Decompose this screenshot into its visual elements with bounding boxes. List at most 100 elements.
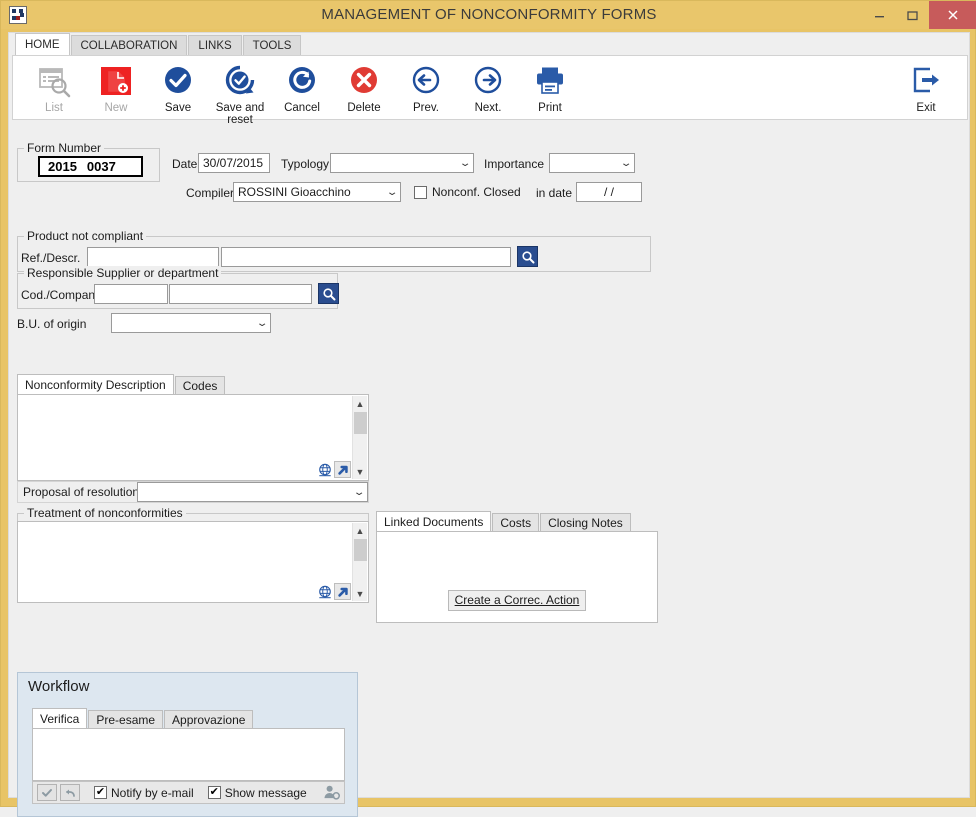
supplier-search-button[interactable]	[318, 283, 339, 304]
compiler-label: Compiler	[186, 186, 235, 200]
ribbon-tab-strip: HOME COLLABORATION LINKS TOOLS	[9, 33, 969, 56]
new-button[interactable]: New	[85, 61, 147, 114]
minimize-button[interactable]	[863, 1, 896, 29]
show-message-checkbox[interactable]: ✔ Show message	[207, 785, 307, 800]
maximize-button[interactable]	[896, 1, 929, 29]
ribbon-tab-tools[interactable]: TOOLS	[242, 35, 302, 56]
globe-icon[interactable]	[316, 583, 333, 600]
scroll-up-icon[interactable]: ▲	[353, 396, 368, 411]
list-search-icon	[37, 64, 71, 100]
supplier-code-input[interactable]	[94, 284, 168, 304]
tab-nonconformity-description[interactable]: Nonconformity Description	[17, 374, 174, 395]
next-button[interactable]: Next.	[457, 61, 519, 114]
ref-descr-label: Ref./Descr.	[21, 251, 81, 265]
in-date-field[interactable]: / /	[576, 182, 642, 202]
save-and-reset-icon	[223, 64, 257, 100]
notify-by-email-checkbox[interactable]: ✔ Notify by e-mail	[94, 786, 194, 800]
save-and-reset-button-label: Save and reset	[215, 102, 265, 126]
workflow-toolbar: ✔ Notify by e-mail ✔ Show message	[32, 781, 345, 804]
date-field[interactable]: 30/07/2015	[198, 153, 270, 173]
save-button-label: Save	[164, 102, 192, 114]
supplier-company-input[interactable]	[169, 284, 312, 304]
nonconf-closed-box[interactable]	[414, 185, 427, 199]
tab-closing-notes[interactable]: Closing Notes	[540, 513, 631, 532]
list-button-label: List	[45, 102, 63, 114]
workflow-tab-strip: Verifica Pre-esame Approvazione	[32, 708, 254, 729]
nonconf-closed-checkbox[interactable]: Nonconf. Closed	[414, 185, 521, 199]
title-bar: MANAGEMENT OF NONCONFORMITY FORMS	[1, 1, 976, 29]
product-search-button[interactable]	[517, 246, 538, 267]
tab-codes[interactable]: Codes	[174, 376, 226, 395]
bu-of-origin-label: B.U. of origin	[17, 317, 87, 331]
ref-code-input[interactable]	[87, 247, 219, 267]
tab-verifica[interactable]: Verifica	[32, 708, 88, 729]
treatment-group-title: Treatment of nonconformities	[24, 506, 186, 520]
print-button-label: Print	[538, 102, 562, 114]
tab-costs[interactable]: Costs	[492, 513, 540, 532]
tab-approvazione[interactable]: Approvazione	[164, 710, 254, 729]
close-button[interactable]	[929, 1, 976, 29]
tab-linked-documents[interactable]: Linked Documents	[376, 511, 492, 532]
workflow-panel: Workflow Verifica Pre-esame Approvazione	[17, 672, 358, 817]
workflow-reject-button[interactable]	[60, 784, 80, 801]
workflow-approve-button[interactable]	[37, 784, 57, 801]
ribbon-tab-collaboration[interactable]: COLLABORATION	[70, 35, 188, 56]
ribbon-panel: List New Save Save and reset Cancel Dele…	[12, 55, 968, 126]
treatment-scrollbar[interactable]: ▲ ▼	[352, 523, 367, 601]
chevron-down-icon: ⌄	[619, 157, 633, 169]
in-date-label: in date	[536, 186, 573, 200]
bu-of-origin-select[interactable]: ⌄	[111, 313, 271, 333]
delete-button[interactable]: Delete	[333, 61, 395, 114]
workflow-title: Workflow	[28, 678, 90, 695]
scroll-down-icon[interactable]: ▼	[353, 464, 368, 479]
list-button[interactable]: List	[23, 61, 85, 114]
scroll-thumb[interactable]	[353, 412, 367, 434]
proposal-row: Proposal of resolution ⌄	[17, 481, 369, 503]
ribbon-tab-home[interactable]: HOME	[15, 33, 70, 56]
client-area: HOME COLLABORATION LINKS TOOLS List New …	[8, 32, 970, 817]
importance-select[interactable]: ⌄	[549, 153, 635, 173]
user-settings-icon	[324, 785, 340, 800]
delete-button-label: Delete	[347, 102, 381, 114]
exit-button-label: Exit	[916, 102, 936, 114]
supplier-group-title: Responsible Supplier or department	[24, 266, 222, 280]
expand-arrow-icon[interactable]	[334, 461, 351, 478]
scroll-thumb[interactable]	[353, 539, 367, 561]
description-scrollbar[interactable]: ▲ ▼	[352, 396, 367, 479]
save-button[interactable]: Save	[147, 61, 209, 114]
show-message-box[interactable]: ✔	[207, 786, 221, 799]
save-check-icon	[161, 64, 195, 100]
chevron-down-icon: ⌄	[352, 486, 366, 498]
proposal-select[interactable]: ⌄	[137, 482, 368, 502]
expand-arrow-icon[interactable]	[334, 583, 351, 600]
ref-desc-input[interactable]	[221, 247, 511, 267]
compiler-select[interactable]: ROSSINI Gioacchino ⌄	[233, 182, 401, 202]
workflow-user-button[interactable]	[323, 784, 340, 801]
exit-button[interactable]: Exit	[895, 61, 957, 114]
description-panel: ▲ ▼	[17, 394, 369, 481]
workflow-textarea[interactable]	[32, 728, 345, 781]
description-textarea[interactable]	[19, 396, 352, 479]
ribbon-tab-links[interactable]: LINKS	[188, 35, 242, 56]
prev-button[interactable]: Prev.	[395, 61, 457, 114]
app-checkerboard-icon	[9, 6, 27, 24]
treatment-textarea[interactable]	[19, 523, 352, 601]
create-correc-action-button[interactable]: Create a Correc. Action	[447, 590, 587, 611]
chevron-down-icon: ⌄	[458, 157, 472, 169]
delete-x-icon	[347, 64, 381, 100]
typology-select[interactable]: ⌄	[330, 153, 474, 173]
window-controls	[863, 1, 976, 29]
scroll-up-icon[interactable]: ▲	[353, 523, 368, 538]
proposal-label: Proposal of resolution	[23, 485, 140, 499]
save-and-reset-button[interactable]: Save and reset	[209, 61, 271, 126]
linked-documents-panel: Create a Correc. Action	[376, 531, 658, 623]
scroll-down-icon[interactable]: ▼	[353, 586, 368, 601]
next-button-label: Next.	[474, 102, 502, 114]
show-message-label: Show message	[224, 785, 307, 800]
tab-pre-esame[interactable]: Pre-esame	[88, 710, 164, 729]
description-inline-tools	[316, 461, 351, 478]
notify-by-email-box[interactable]: ✔	[94, 786, 107, 799]
globe-icon[interactable]	[316, 461, 333, 478]
cancel-button[interactable]: Cancel	[271, 61, 333, 114]
print-button[interactable]: Print	[519, 61, 581, 114]
